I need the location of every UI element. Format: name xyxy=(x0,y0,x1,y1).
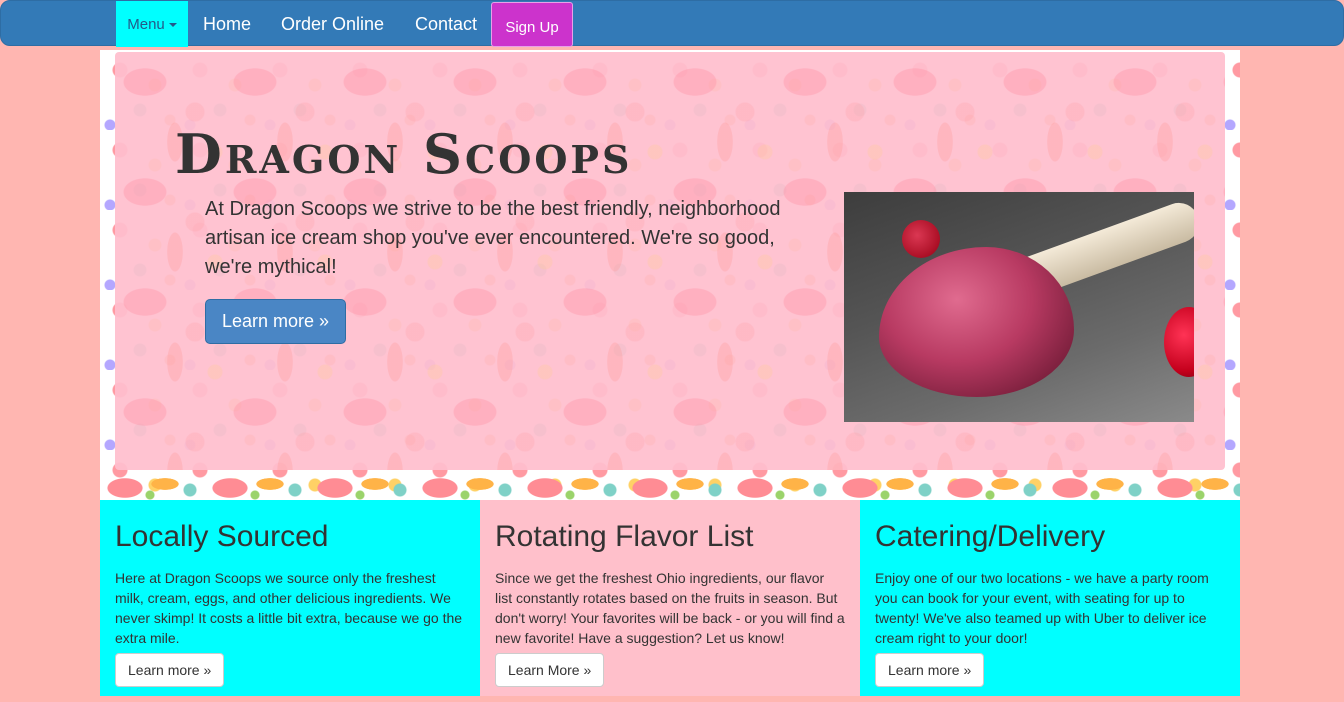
nav-link-order-online[interactable]: Order Online xyxy=(281,1,384,47)
hero-learn-more-button[interactable]: Learn more » xyxy=(205,299,346,344)
nav-link-contact[interactable]: Contact xyxy=(415,1,477,47)
feature-locally-sourced: Locally Sourced Here at Dragon Scoops we… xyxy=(100,500,480,696)
hero-jumbotron: Dragon Scoops At Dragon Scoops we strive… xyxy=(115,52,1225,470)
menu-dropdown-button[interactable]: Menu xyxy=(116,1,188,47)
hero-section: Dragon Scoops At Dragon Scoops we strive… xyxy=(100,50,1240,500)
feature-text: Enjoy one of our two locations - we have… xyxy=(875,570,1209,646)
menu-label: Menu xyxy=(127,15,165,33)
feature-text: Since we get the freshest Ohio ingredien… xyxy=(495,570,845,646)
caret-down-icon xyxy=(168,23,177,27)
feature-text: Here at Dragon Scoops we source only the… xyxy=(115,570,463,646)
nav-link-home[interactable]: Home xyxy=(203,1,251,47)
hero-title: Dragon Scoops xyxy=(175,122,633,186)
learn-more-button[interactable]: Learn More » xyxy=(495,653,605,687)
hero-pattern-strip xyxy=(100,470,1240,500)
ice-cream-scoop-image xyxy=(844,192,1194,422)
raspberry-shape xyxy=(1164,307,1194,377)
feature-title: Catering/Delivery xyxy=(875,520,1106,553)
feature-rotating-flavor-list: Rotating Flavor List Since we get the fr… xyxy=(480,500,860,696)
signup-button[interactable]: Sign Up xyxy=(491,2,573,47)
feature-title: Locally Sourced xyxy=(115,520,329,553)
feature-catering-delivery: Catering/Delivery Enjoy one of our two l… xyxy=(860,500,1240,696)
raspberry-shape xyxy=(902,220,940,258)
learn-more-button[interactable]: Learn more » xyxy=(875,653,985,687)
top-navbar: Menu Home Order Online Contact Sign Up xyxy=(0,0,1344,47)
ice-cream-shape xyxy=(879,247,1074,397)
feature-title: Rotating Flavor List xyxy=(495,520,754,553)
hero-description: At Dragon Scoops we strive to be the bes… xyxy=(205,198,781,278)
learn-more-button[interactable]: Learn more » xyxy=(115,653,225,687)
